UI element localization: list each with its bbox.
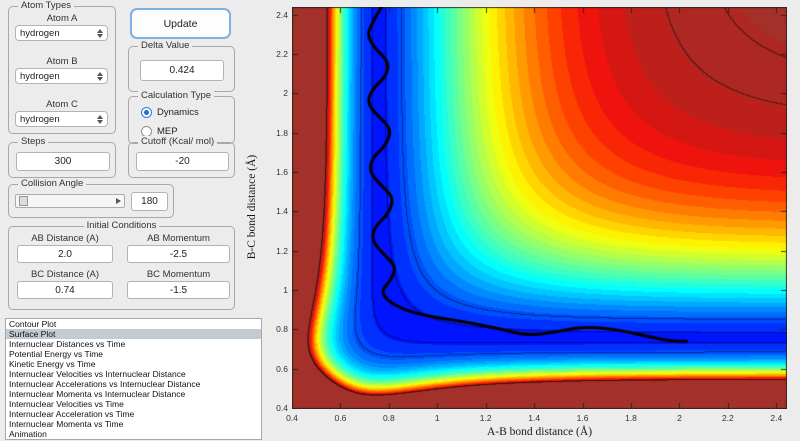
ab-distance-a-input[interactable] <box>17 245 113 263</box>
list-item[interactable]: Internuclear Momenta vs Internuclear Dis… <box>6 389 261 399</box>
x-tick-label: 1 <box>424 413 450 423</box>
bc-distance-a-label: BC Distance (A) <box>17 269 113 280</box>
update-button[interactable]: Update <box>130 8 231 39</box>
plot-type-listbox[interactable]: Contour PlotSurface PlotInternuclear Dis… <box>5 318 262 440</box>
radio-circle-icon <box>141 107 152 118</box>
combo-selected-value: hydrogen <box>20 28 60 39</box>
collision-angle-slider[interactable] <box>15 194 125 208</box>
atom-types-group: Atom Types Atom AhydrogenAtom BhydrogenA… <box>8 6 116 134</box>
atom-types-group-label: Atom Types <box>18 0 74 11</box>
list-item[interactable]: Surface Plot <box>6 329 261 339</box>
x-tick-label: 2.4 <box>763 413 789 423</box>
list-item[interactable]: Internuclear Velocities vs Time <box>6 399 261 409</box>
collision-angle-input[interactable] <box>131 192 168 211</box>
initial-conditions-group: Initial Conditions AB Distance (A)AB Mom… <box>8 226 235 310</box>
y-tick-label: 2 <box>260 88 288 98</box>
slider-thumb[interactable] <box>19 196 28 206</box>
y-tick-label: 1.4 <box>260 206 288 216</box>
chevron-updown-icon <box>97 72 103 81</box>
atom-c-label: Atom C <box>9 99 115 110</box>
bc-momentum-input[interactable] <box>127 281 230 299</box>
atom-c-select[interactable]: hydrogen <box>15 111 108 127</box>
x-tick-label: 1.2 <box>473 413 499 423</box>
list-item[interactable]: Animation <box>6 429 261 439</box>
x-tick-label: 0.8 <box>376 413 402 423</box>
slider-right-arrow-icon[interactable] <box>116 198 121 204</box>
chevron-updown-icon <box>97 29 103 38</box>
cutoff-group-label: Cutoff (Kcal/ mol) <box>138 136 217 147</box>
list-item[interactable]: Internuclear Acceleration vs Time <box>6 409 261 419</box>
combo-selected-value: hydrogen <box>20 114 60 125</box>
atom-a-label: Atom A <box>9 13 115 24</box>
delta-value-group: Delta Value <box>128 46 235 92</box>
steps-group: Steps <box>8 142 116 178</box>
calculation-type-group-label: Calculation Type <box>138 90 214 101</box>
y-tick-label: 0.8 <box>260 324 288 334</box>
y-tick-label: 2.2 <box>260 49 288 59</box>
x-tick-label: 2.2 <box>715 413 741 423</box>
list-item[interactable]: Internuclear Distances vs Time <box>6 339 261 349</box>
y-tick-label: 1.6 <box>260 167 288 177</box>
list-item[interactable]: Kinetic Energy vs Time <box>6 359 261 369</box>
x-tick-label: 1.8 <box>618 413 644 423</box>
collision-angle-group: Collision Angle <box>8 184 174 218</box>
collision-angle-group-label: Collision Angle <box>18 178 86 189</box>
chevron-updown-icon <box>97 115 103 124</box>
x-axis-label: A-B bond distance (Å) <box>292 426 787 438</box>
x-tick-label: 2 <box>666 413 692 423</box>
y-tick-label: 1.2 <box>260 246 288 256</box>
y-tick-label: 2.4 <box>260 10 288 20</box>
ab-momentum-input[interactable] <box>127 245 230 263</box>
radio-label: Dynamics <box>157 107 199 118</box>
ab-momentum-label: AB Momentum <box>127 233 230 244</box>
ab-distance-a-label: AB Distance (A) <box>17 233 113 244</box>
atom-b-label: Atom B <box>9 56 115 67</box>
combo-selected-value: hydrogen <box>20 71 60 82</box>
list-item[interactable]: Internuclear Accelerations vs Internucle… <box>6 379 261 389</box>
steps-group-label: Steps <box>18 136 48 147</box>
delta-value-group-label: Delta Value <box>138 40 192 51</box>
y-axis-label: B-C bond distance (Å) <box>246 107 258 307</box>
radio-dynamics[interactable]: Dynamics <box>141 107 199 118</box>
list-item[interactable]: Contour Plot <box>6 319 261 329</box>
x-tick-label: 1.4 <box>521 413 547 423</box>
atom-b-select[interactable]: hydrogen <box>15 68 108 84</box>
y-tick-label: 0.4 <box>260 403 288 413</box>
bc-distance-a-input[interactable] <box>17 281 113 299</box>
x-tick-label: 0.6 <box>327 413 353 423</box>
steps-input[interactable] <box>16 152 110 171</box>
cutoff-group: Cutoff (Kcal/ mol) <box>128 142 235 178</box>
list-item[interactable]: Internuclear Velocities vs Internuclear … <box>6 369 261 379</box>
y-tick-label: 1 <box>260 285 288 295</box>
pes-contour-plot <box>292 7 787 409</box>
y-tick-label: 0.6 <box>260 364 288 374</box>
x-tick-label: 1.6 <box>570 413 596 423</box>
atom-a-select[interactable]: hydrogen <box>15 25 108 41</box>
initial-conditions-group-label: Initial Conditions <box>84 220 160 231</box>
y-tick-label: 1.8 <box>260 128 288 138</box>
app-window: Atom Types Atom A hydrogen Atom B hydrogen A… <box>0 0 800 441</box>
list-item[interactable]: Potential Energy vs Time <box>6 349 261 359</box>
cutoff-input[interactable] <box>136 152 229 171</box>
bc-momentum-label: BC Momentum <box>127 269 230 280</box>
list-item[interactable]: Internuclear Momenta vs Time <box>6 419 261 429</box>
delta-value-input[interactable] <box>140 60 224 81</box>
x-tick-label: 0.4 <box>279 413 305 423</box>
